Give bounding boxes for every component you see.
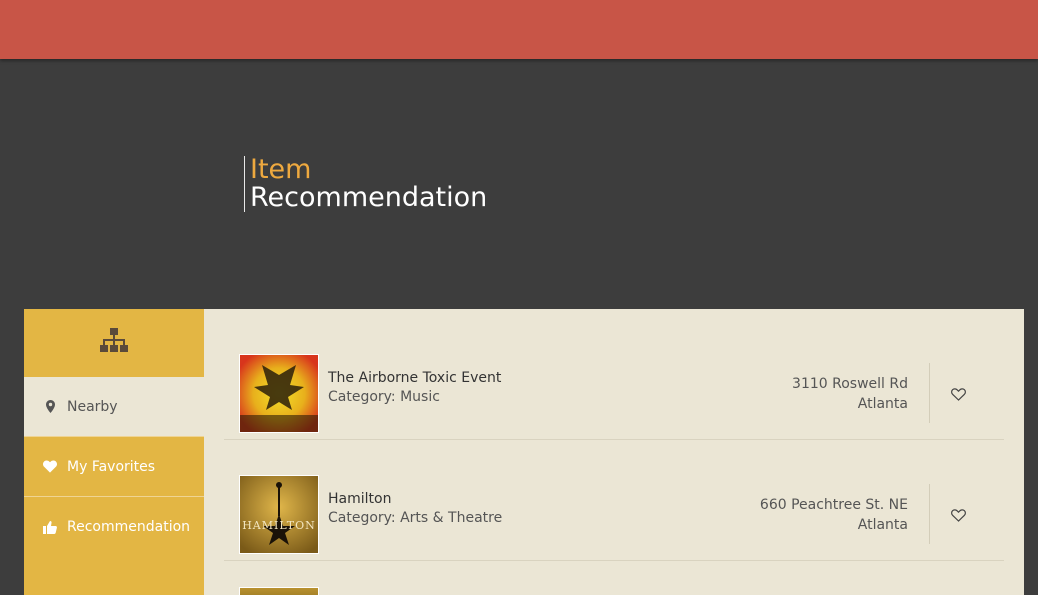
address-city: Atlanta <box>857 517 908 533</box>
map-marker-icon <box>43 400 57 413</box>
sidebar: Nearby My Favorites Recommendation <box>24 309 204 595</box>
heart-outline-icon[interactable] <box>949 385 967 403</box>
item-list: The Airborne Toxic Event Category: Music… <box>204 309 1024 595</box>
heart-icon <box>43 460 57 473</box>
heart-outline-icon[interactable] <box>949 506 967 524</box>
item-thumbnail <box>239 587 319 595</box>
item-address: 660 Peachtree St. NE Atlanta <box>760 495 908 535</box>
svg-text:HAMILTON: HAMILTON <box>242 519 316 532</box>
sidebar-item-recommendation[interactable]: Recommendation <box>24 497 204 557</box>
item-address: 3110 Roswell Rd Atlanta <box>792 374 908 414</box>
top-navbar <box>0 0 1038 59</box>
item-thumbnail: HAMILTON <box>239 475 319 554</box>
divider <box>929 363 930 423</box>
item-category: Category: Arts & Theatre <box>328 510 503 526</box>
sitemap-icon <box>99 327 129 359</box>
item-name[interactable]: The Airborne Toxic Event <box>328 370 501 386</box>
sidebar-item-label: Nearby <box>67 398 118 415</box>
item-name[interactable]: Hamilton <box>328 491 391 507</box>
sidebar-item-nearby[interactable]: Nearby <box>24 377 204 437</box>
page-title: Item Recommendation <box>244 156 487 212</box>
sidebar-item-label: Recommendation <box>67 519 191 535</box>
sidebar-item-label: My Favorites <box>67 458 156 475</box>
divider <box>929 484 930 544</box>
item-thumbnail <box>239 354 319 433</box>
item-category: Category: Music <box>328 389 440 405</box>
sidebar-header <box>24 309 204 377</box>
list-item[interactable]: HAMILTON Hamilton Category: Arts & Theat… <box>224 440 1004 561</box>
address-city: Atlanta <box>857 396 908 412</box>
list-item[interactable]: The Airborne Toxic Event Category: Music… <box>224 319 1004 440</box>
thumbs-up-icon <box>43 520 57 534</box>
page-title-accent: Item <box>250 154 312 185</box>
address-street: 660 Peachtree St. NE <box>759 497 908 513</box>
sidebar-item-favorites[interactable]: My Favorites <box>24 437 204 497</box>
address-street: 3110 Roswell Rd <box>792 376 908 392</box>
page-title-main: Recommendation <box>250 182 488 213</box>
